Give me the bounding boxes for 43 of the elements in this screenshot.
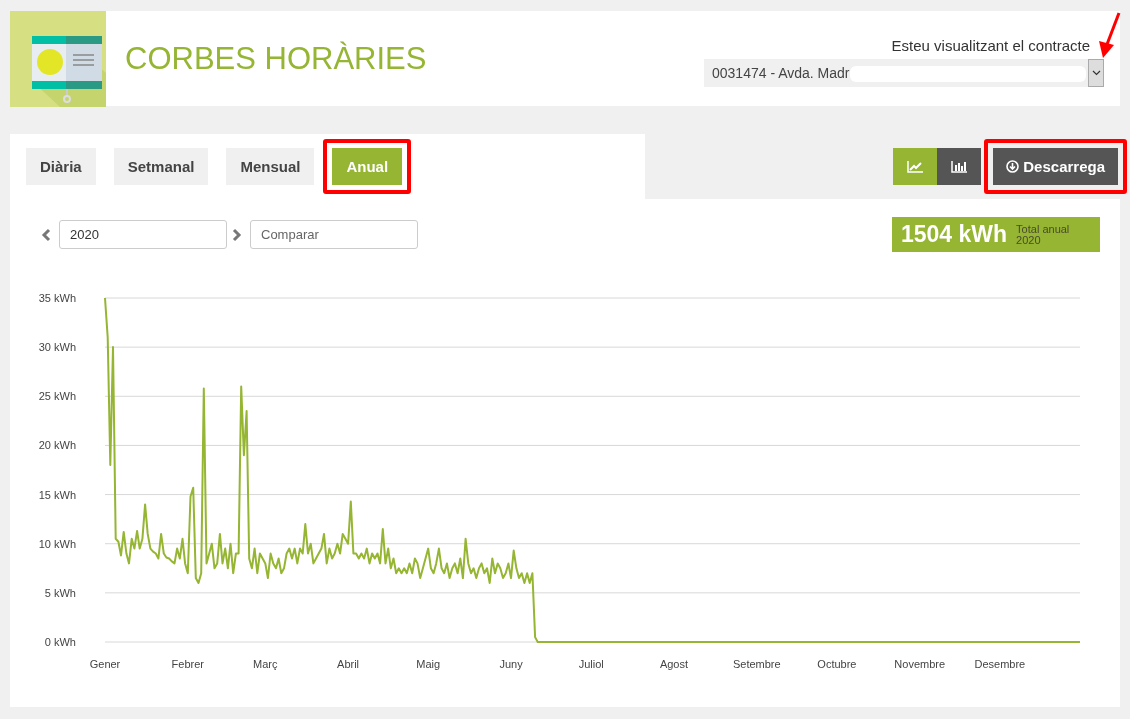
y-axis-label: 25 kWh xyxy=(38,390,76,403)
x-axis-label: Maig xyxy=(416,658,441,670)
x-axis-label: Març xyxy=(253,658,278,670)
period-tab[interactable]: Diària xyxy=(26,148,96,185)
x-axis-label: Setembre xyxy=(732,658,781,670)
y-axis-label: 30 kWh xyxy=(38,341,76,354)
chevron-down-icon xyxy=(1091,69,1101,76)
bar-chart-icon xyxy=(951,160,968,173)
page-title: CORBES HORÀRIES xyxy=(125,40,428,77)
x-axis-label: Abril xyxy=(337,658,360,670)
year-field[interactable]: 2020 xyxy=(59,220,227,249)
line-chart-icon xyxy=(907,160,924,173)
bar-chart-button[interactable] xyxy=(937,148,982,185)
total-label: Total anual xyxy=(1016,223,1070,235)
y-axis-label: 15 kWh xyxy=(38,488,76,501)
y-axis-label: 35 kWh xyxy=(38,292,76,304)
dropdown-button[interactable] xyxy=(1088,58,1104,87)
x-axis-label: Gener xyxy=(89,658,121,670)
x-axis-label: Agost xyxy=(659,658,689,670)
x-axis-label: Juliol xyxy=(578,658,604,670)
projector-screen-icon xyxy=(10,10,106,107)
y-axis-label: 10 kWh xyxy=(38,537,76,550)
x-axis-label: Juny xyxy=(499,658,523,670)
y-axis-label: 5 kWh xyxy=(44,586,76,599)
y-axis-label: 20 kWh xyxy=(38,439,76,452)
download-button[interactable]: Descarrega xyxy=(993,148,1118,185)
download-icon xyxy=(1006,160,1020,173)
period-tab[interactable]: Mensual xyxy=(226,148,315,185)
x-axis-label: Desembre xyxy=(974,658,1026,670)
x-axis-label: Novembre xyxy=(894,658,946,670)
total-value: 1504 kWh xyxy=(901,221,1008,248)
period-tab[interactable]: Setmanal xyxy=(113,148,209,185)
contract-label: Esteu visualitzant el contracte xyxy=(891,36,1090,54)
x-axis-label: Octubre xyxy=(817,658,857,670)
x-axis-label: Febrer xyxy=(171,658,204,670)
annotation-arrow xyxy=(1097,10,1123,59)
chevron-left-icon[interactable] xyxy=(41,227,51,242)
y-axis-label: 0 kWh xyxy=(44,636,76,648)
compare-field[interactable]: Comparar xyxy=(250,220,418,249)
line-chart-button[interactable] xyxy=(893,148,938,185)
total-year: 2020 xyxy=(1016,234,1042,246)
chevron-right-icon[interactable] xyxy=(232,227,242,242)
contract-select[interactable]: 0031474 - Avda. Madr xyxy=(704,58,1104,87)
